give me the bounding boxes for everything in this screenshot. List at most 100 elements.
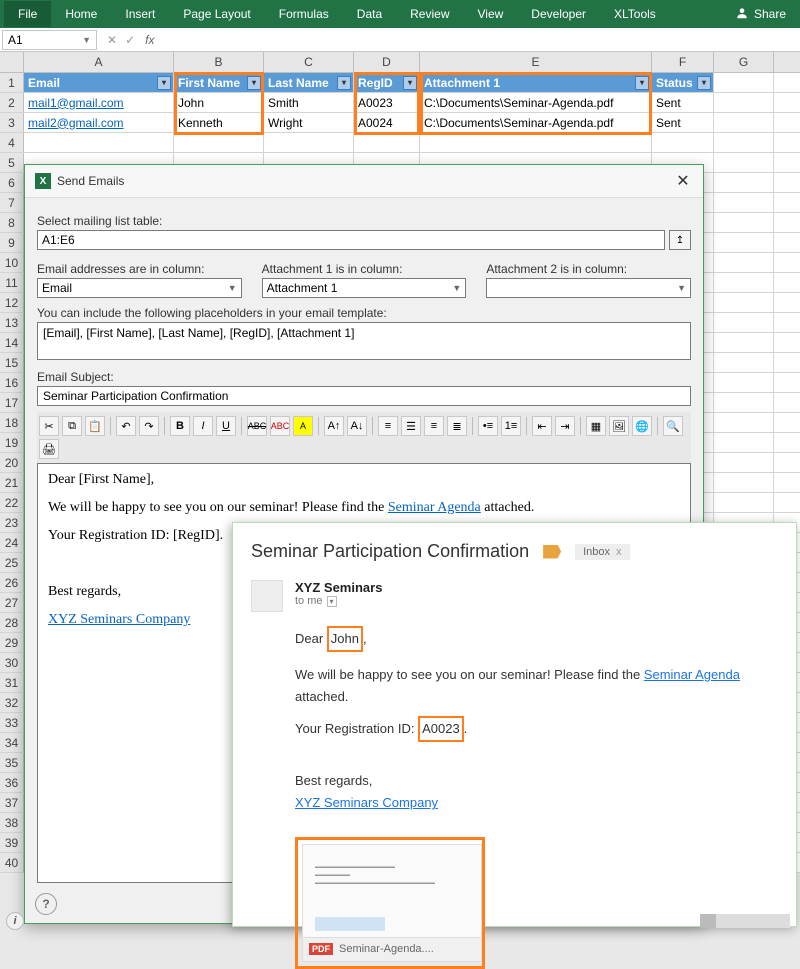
row-header[interactable]: 27 [0, 593, 24, 612]
cell[interactable] [714, 173, 774, 192]
select-all-corner[interactable] [0, 52, 24, 72]
row-header[interactable]: 11 [0, 273, 24, 292]
justify-icon[interactable]: ≣ [447, 416, 467, 436]
cell[interactable] [714, 193, 774, 212]
cell[interactable] [714, 313, 774, 332]
ribbon-tab-formulas[interactable]: Formulas [265, 1, 343, 27]
underline-button[interactable]: U [216, 416, 236, 436]
formula-input[interactable] [160, 38, 800, 42]
cell[interactable] [264, 133, 354, 152]
align-left-icon[interactable]: ≡ [378, 416, 398, 436]
cell[interactable] [420, 133, 652, 152]
row-header[interactable]: 17 [0, 393, 24, 412]
table-header-status[interactable]: Status▾ [652, 73, 714, 92]
strike-button[interactable]: ABC [247, 416, 267, 436]
row-header[interactable]: 37 [0, 793, 24, 812]
row-header[interactable]: 3 [0, 113, 24, 132]
image-icon[interactable]: 🖼 [609, 416, 629, 436]
table-header-regid[interactable]: RegID▾ [354, 73, 420, 92]
numbering-icon[interactable]: 1≡ [501, 416, 521, 436]
font-increase-icon[interactable]: A↑ [324, 416, 344, 436]
range-input[interactable]: A1:E6 [37, 230, 665, 250]
info-icon[interactable]: i [6, 912, 24, 930]
cell[interactable] [24, 133, 174, 152]
cell-lastname[interactable]: Smith [264, 93, 354, 112]
row-header[interactable]: 35 [0, 753, 24, 772]
cell-regid[interactable]: A0023 [354, 93, 420, 112]
cell[interactable] [354, 133, 420, 152]
label-tag-icon[interactable] [543, 545, 561, 559]
cell-status[interactable]: Sent [652, 113, 714, 132]
remove-label-icon[interactable]: x [616, 546, 622, 558]
subject-input[interactable]: Seminar Participation Confirmation [37, 386, 691, 406]
table-header-firstname[interactable]: First Name▾ [174, 73, 264, 92]
seminar-agenda-link[interactable]: Seminar Agenda [388, 500, 481, 515]
close-icon[interactable]: ✕ [673, 171, 693, 191]
row-header[interactable]: 39 [0, 833, 24, 852]
row-header[interactable]: 38 [0, 813, 24, 832]
row-header[interactable]: 13 [0, 313, 24, 332]
redo-icon[interactable]: ↷ [139, 416, 159, 436]
cell-firstname[interactable]: John [174, 93, 264, 112]
row-header[interactable]: 31 [0, 673, 24, 692]
cut-icon[interactable]: ✂ [39, 416, 59, 436]
bold-button[interactable]: B [170, 416, 190, 436]
table-header-attachment[interactable]: Attachment 1▾ [420, 73, 652, 92]
cell[interactable] [714, 113, 774, 132]
fx-label[interactable]: fx [143, 33, 160, 47]
cell[interactable] [714, 453, 774, 472]
row-header[interactable]: 24 [0, 533, 24, 552]
help-button[interactable]: ? [35, 893, 57, 915]
cell[interactable] [714, 213, 774, 232]
row-header[interactable]: 28 [0, 613, 24, 632]
cell-email[interactable]: mail2@gmail.com [24, 113, 174, 132]
row-header[interactable]: 23 [0, 513, 24, 532]
filter-icon[interactable]: ▾ [403, 76, 417, 90]
filter-icon[interactable]: ▾ [635, 76, 649, 90]
row-header[interactable]: 16 [0, 373, 24, 392]
print-icon[interactable]: 🖨 [39, 439, 59, 459]
cancel-icon[interactable]: ✕ [107, 33, 117, 47]
highlight-button[interactable]: A [293, 416, 313, 436]
seminar-agenda-link[interactable]: Seminar Agenda [644, 667, 740, 682]
ribbon-tab-view[interactable]: View [464, 1, 518, 27]
row-header[interactable]: 19 [0, 433, 24, 452]
table-header-email[interactable]: Email▾ [24, 73, 174, 92]
cell[interactable] [714, 413, 774, 432]
ribbon-tab-data[interactable]: Data [343, 1, 396, 27]
row-header[interactable]: 4 [0, 133, 24, 152]
cell[interactable] [714, 233, 774, 252]
row-header[interactable]: 34 [0, 733, 24, 752]
outdent-icon[interactable]: ⇤ [532, 416, 552, 436]
range-picker-button[interactable]: ↥ [669, 230, 691, 250]
gmail-to[interactable]: to me▾ [295, 595, 382, 607]
row-header[interactable]: 29 [0, 633, 24, 652]
row-header[interactable]: 18 [0, 413, 24, 432]
ribbon-tab-xltools[interactable]: XLTools [600, 1, 670, 27]
copy-icon[interactable]: ⧉ [62, 416, 82, 436]
cell[interactable] [714, 493, 774, 512]
cell[interactable] [714, 73, 774, 92]
cell[interactable] [714, 153, 774, 172]
row-header[interactable]: 9 [0, 233, 24, 252]
cell-attachment[interactable]: C:\Documents\Seminar-Agenda.pdf [420, 93, 652, 112]
cell[interactable] [714, 433, 774, 452]
row-header[interactable]: 30 [0, 653, 24, 672]
ribbon-tab-page-layout[interactable]: Page Layout [169, 1, 264, 27]
row-header[interactable]: 6 [0, 173, 24, 192]
cell[interactable] [714, 473, 774, 492]
row-header[interactable]: 7 [0, 193, 24, 212]
cell[interactable] [714, 373, 774, 392]
align-right-icon[interactable]: ≡ [424, 416, 444, 436]
cell-status[interactable]: Sent [652, 93, 714, 112]
bullets-icon[interactable]: •≡ [478, 416, 498, 436]
font-decrease-icon[interactable]: A↓ [347, 416, 367, 436]
row-header[interactable]: 1 [0, 73, 24, 92]
row-header[interactable]: 15 [0, 353, 24, 372]
indent-icon[interactable]: ⇥ [555, 416, 575, 436]
row-header[interactable]: 40 [0, 853, 24, 872]
cell[interactable] [714, 133, 774, 152]
col-header-e[interactable]: E [420, 52, 652, 72]
cell[interactable] [652, 133, 714, 152]
row-header[interactable]: 32 [0, 693, 24, 712]
